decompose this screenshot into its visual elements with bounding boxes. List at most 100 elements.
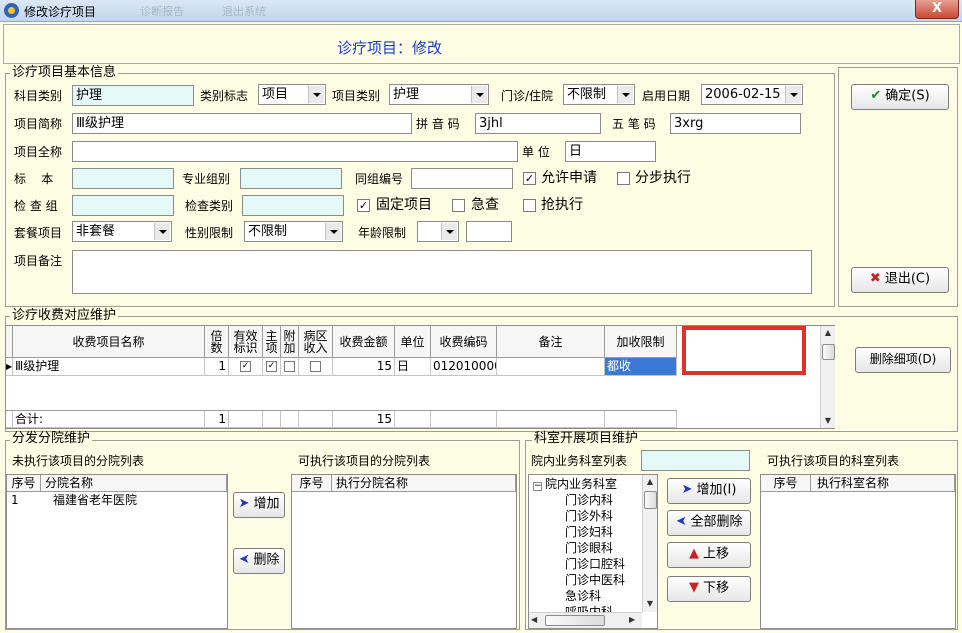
column-header[interactable]: 序号 — [292, 475, 332, 491]
tree-item[interactable]: 门诊中医科 — [533, 572, 625, 588]
pinyin-input[interactable]: 3jhl — [475, 113, 601, 134]
check-group-input[interactable] — [72, 195, 174, 216]
confirm-button[interactable]: ✔ 确定(S) — [851, 84, 949, 110]
column-header[interactable]: 主项 — [263, 326, 281, 358]
gender-select[interactable]: 不限制 — [244, 221, 343, 242]
not-exec-branch-list[interactable]: 序号 分院名称 1 福建省老年医院 — [6, 474, 228, 629]
list-item[interactable]: 1 福建省老年医院 — [7, 492, 227, 509]
cell-checkbox[interactable]: ✓ — [240, 361, 251, 372]
scroll-thumb[interactable] — [545, 615, 605, 626]
chevron-down-icon[interactable] — [617, 86, 633, 103]
chevron-down-icon[interactable] — [325, 223, 341, 240]
move-down-button[interactable]: ▼ 下移 — [667, 576, 751, 602]
cell-ward[interactable] — [299, 358, 333, 376]
tree-item[interactable]: 门诊妇科 — [533, 524, 625, 540]
cell-name[interactable]: Ⅲ级护理 — [13, 358, 205, 376]
dept-tree[interactable]: −院内业务科室 门诊内科门诊外科门诊妇科门诊眼科门诊口腔科门诊中医科急诊科呼吸内… — [528, 474, 658, 629]
tree-item[interactable]: 门诊眼科 — [533, 540, 625, 556]
chevron-down-icon[interactable] — [154, 223, 170, 240]
add-dept-button[interactable]: ➤ 增加(I) — [667, 478, 751, 504]
cell-main[interactable]: ✓ — [263, 358, 281, 376]
scroll-thumb[interactable] — [822, 344, 835, 360]
cell-remark[interactable] — [497, 358, 605, 376]
table-row[interactable]: ▶ Ⅲ级护理 1 ✓ ✓ 15 日 012010000 都收 — [6, 358, 677, 376]
column-header[interactable]: 有效标识 — [229, 326, 263, 358]
column-header[interactable]: 收费金额 — [333, 326, 395, 358]
tree-item[interactable]: 急诊科 — [533, 588, 625, 604]
column-header[interactable]: 收费编码 — [431, 326, 497, 358]
tree-vscroll[interactable]: ▲ ▼ — [642, 475, 657, 612]
chevron-down-icon[interactable] — [308, 86, 324, 103]
scroll-down-icon[interactable]: ▼ — [643, 597, 657, 611]
scroll-right-icon[interactable]: ▶ — [629, 615, 635, 624]
scroll-left-icon[interactable]: ◀ — [531, 615, 537, 624]
add-branch-button[interactable]: ➤ 增加 — [233, 492, 285, 518]
urgent-checkbox[interactable] — [452, 199, 465, 212]
tree-item[interactable]: 门诊外科 — [533, 508, 625, 524]
start-date-picker[interactable]: 2006-02-15 — [701, 84, 803, 105]
column-header[interactable]: 加收限制 — [605, 326, 677, 358]
outpatient-select[interactable]: 不限制 — [563, 84, 635, 105]
collapse-icon[interactable]: − — [533, 482, 542, 491]
cell-limit[interactable]: 都收 — [605, 358, 677, 376]
fee-table-scrollbar[interactable]: ▲ ▼ — [820, 326, 835, 428]
column-header[interactable]: 收费项目名称 — [13, 326, 205, 358]
column-header[interactable]: 分院名称 — [41, 475, 227, 491]
cell-checkbox[interactable] — [284, 361, 295, 372]
wubi-input[interactable]: 3xrg — [670, 113, 801, 134]
allow-apply-checkbox[interactable]: ✓ — [523, 172, 536, 185]
full-name-input[interactable] — [72, 141, 518, 162]
cell-extra[interactable] — [281, 358, 299, 376]
scroll-thumb[interactable] — [644, 491, 657, 509]
tree-root[interactable]: − 院内业务科室 — [533, 476, 625, 492]
cell-checkbox[interactable]: ✓ — [266, 361, 277, 372]
column-header[interactable]: 单位 — [395, 326, 431, 358]
move-up-button[interactable]: ▲ 上移 — [667, 542, 751, 568]
column-header[interactable]: 序号 — [7, 475, 41, 491]
close-icon[interactable]: X — [932, 1, 942, 16]
cell-amount[interactable]: 15 — [333, 358, 395, 376]
cell-valid[interactable]: ✓ — [229, 358, 263, 376]
cell-code[interactable]: 012010000 — [431, 358, 497, 376]
scroll-up-icon[interactable]: ▲ — [821, 326, 835, 340]
tree-item[interactable]: 门诊内科 — [533, 492, 625, 508]
cell-unit[interactable]: 日 — [395, 358, 431, 376]
short-name-input[interactable]: Ⅲ级护理 — [72, 113, 412, 134]
cell-multiple[interactable]: 1 — [205, 358, 229, 376]
delete-all-dept-button[interactable]: ➤ 全部删除 — [667, 510, 751, 536]
unit-input[interactable]: 日 — [565, 141, 656, 162]
chevron-down-icon[interactable] — [471, 86, 487, 103]
remark-textarea[interactable] — [72, 250, 812, 294]
column-header[interactable]: 序号 — [761, 475, 811, 491]
package-select[interactable]: 非套餐 — [72, 221, 172, 242]
column-header[interactable]: 执行分院名称 — [332, 475, 516, 491]
age-input[interactable] — [466, 221, 512, 242]
delete-detail-button[interactable]: 删除细项(D) — [855, 347, 951, 373]
check-category-input[interactable] — [242, 195, 344, 216]
exec-branch-list[interactable]: 序号 执行分院名称 — [291, 474, 517, 629]
scroll-up-icon[interactable]: ▲ — [643, 475, 657, 489]
exit-button[interactable]: ✖ 退出(C) — [851, 267, 949, 293]
close-button[interactable]: X — [915, 0, 959, 19]
scroll-down-icon[interactable]: ▼ — [821, 414, 835, 428]
rescue-checkbox[interactable] — [523, 199, 536, 212]
item-category-select[interactable]: 护理 — [389, 84, 489, 105]
specimen-input[interactable] — [72, 168, 174, 189]
same-group-input[interactable] — [411, 168, 513, 189]
step-exec-checkbox[interactable] — [617, 172, 630, 185]
delete-branch-button[interactable]: ➤ 删除 — [233, 548, 285, 574]
cell-checkbox[interactable] — [310, 361, 321, 372]
tree-item[interactable]: 门诊口腔科 — [533, 556, 625, 572]
column-header[interactable]: 备注 — [497, 326, 605, 358]
exec-dept-list[interactable]: 序号 执行科室名称 — [760, 474, 956, 629]
column-header[interactable]: 附加 — [281, 326, 299, 358]
dept-search-input[interactable] — [641, 450, 750, 471]
age-select[interactable] — [417, 221, 459, 242]
subject-category-input[interactable]: 护理 — [72, 85, 194, 106]
column-header[interactable]: 倍数 — [205, 326, 229, 358]
tree-hscroll[interactable]: ◀ ▶ — [529, 612, 642, 628]
pro-group-input[interactable] — [240, 168, 342, 189]
chevron-down-icon[interactable] — [441, 223, 457, 240]
chevron-down-icon[interactable] — [785, 86, 801, 103]
column-header[interactable]: 病区收入 — [299, 326, 333, 358]
